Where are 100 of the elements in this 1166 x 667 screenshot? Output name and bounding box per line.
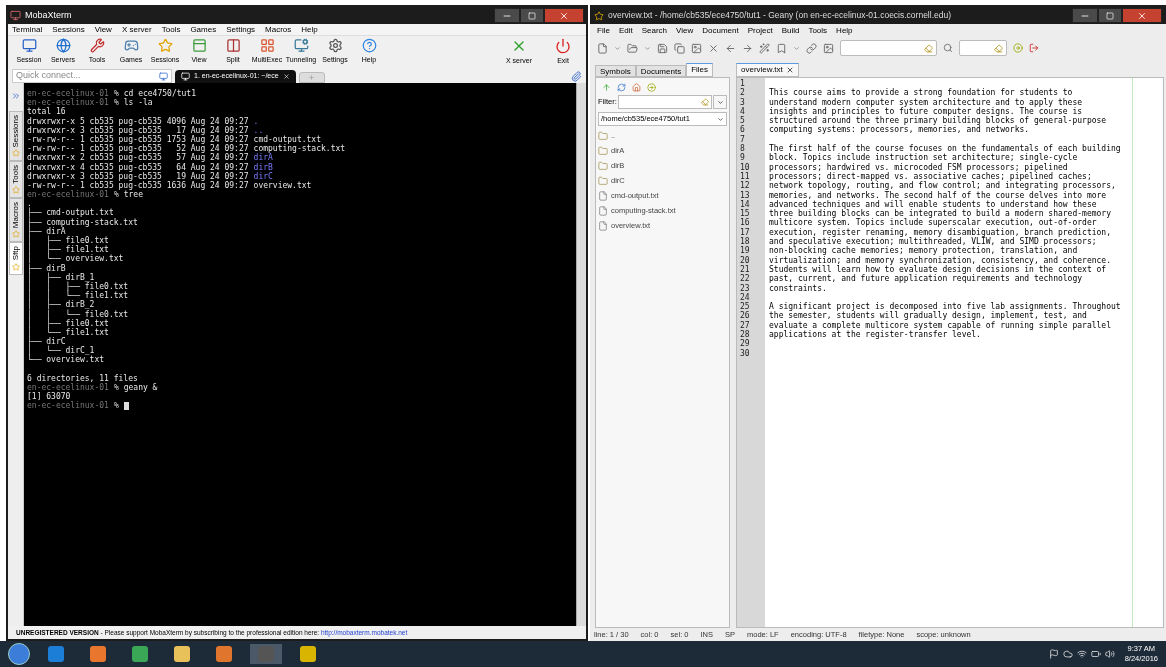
- menu-item[interactable]: View: [676, 24, 694, 37]
- volume-icon[interactable]: [1104, 649, 1115, 659]
- editor[interactable]: [736, 77, 1164, 628]
- filter-field[interactable]: [617, 95, 712, 109]
- side-tab[interactable]: Tools: [8, 161, 23, 199]
- scrollbar[interactable]: [576, 83, 586, 626]
- caret-icon[interactable]: [614, 44, 621, 52]
- close-button[interactable]: [544, 8, 584, 23]
- code-line: block. Topics include instruction set architecture; single-cycle: [769, 153, 1078, 163]
- clear-icon[interactable]: [924, 43, 933, 53]
- picture-icon[interactable]: [691, 42, 702, 54]
- close-icon[interactable]: [785, 66, 794, 74]
- menu-item[interactable]: Sessions: [52, 23, 85, 36]
- cloud-icon[interactable]: [1062, 649, 1073, 659]
- session-icon: [159, 71, 168, 81]
- side-tab[interactable]: Macros: [8, 198, 23, 243]
- battery-icon[interactable]: [1090, 649, 1101, 659]
- terminal-text: drwxrwxr-x 5 cb535 pug-cb535 4096 Aug 24 09:27: [27, 116, 249, 126]
- wand-icon[interactable]: [759, 42, 770, 54]
- sidebar-tab[interactable]: Symbols: [595, 65, 636, 77]
- dropdown-button[interactable]: [713, 95, 727, 109]
- menu-item[interactable]: Build: [781, 24, 800, 37]
- line-number: 28: [740, 330, 751, 339]
- up-arrow-icon[interactable]: [602, 83, 611, 92]
- quit-icon[interactable]: [1029, 43, 1039, 53]
- close-icon: [559, 10, 569, 21]
- side-tab[interactable]: Sessions: [8, 111, 23, 162]
- side-tab[interactable]: Sftp: [8, 242, 23, 275]
- code-line: This course aims to provide a strong foundation for students to: [769, 88, 1073, 98]
- menu-item[interactable]: Tools: [808, 24, 828, 37]
- menu-item[interactable]: Tools: [161, 23, 181, 36]
- menu-item[interactable]: Document: [702, 24, 739, 37]
- menu-item[interactable]: Macros: [265, 23, 292, 36]
- menu-item[interactable]: Project: [747, 24, 773, 37]
- link-icon[interactable]: [806, 42, 817, 54]
- terminal-text: ├── cmd-output.txt: [27, 208, 114, 218]
- document-tab[interactable]: overview.txt: [736, 63, 799, 77]
- terminal-text: │ │ └── file0.txt: [27, 309, 129, 319]
- clear-icon[interactable]: [701, 98, 709, 106]
- terminal-text: ├── dirC: [27, 337, 66, 347]
- line-number: 30: [740, 348, 751, 358]
- menu-item[interactable]: Help: [301, 23, 318, 36]
- menu-item[interactable]: Edit: [618, 24, 633, 37]
- menu-item[interactable]: Search: [641, 24, 668, 37]
- code-line: structured around the three primary building blocks of general-purpose: [769, 116, 1107, 126]
- bookmark-icon[interactable]: [776, 42, 787, 54]
- home-icon[interactable]: [632, 83, 641, 92]
- menu-item[interactable]: Terminal: [12, 23, 43, 36]
- close-icon[interactable]: [708, 42, 719, 54]
- code-line: applications at the register-transfer level.: [769, 330, 981, 339]
- command-text: ls -la: [123, 98, 153, 108]
- close-icon[interactable]: [282, 73, 290, 80]
- code-line: the semester, students will gradually design, implement, test, and: [769, 311, 1087, 321]
- menu-item[interactable]: View: [94, 23, 112, 36]
- expand-icon[interactable]: [10, 91, 21, 101]
- prompt-symbol: %: [113, 98, 119, 108]
- plus-icon: [308, 74, 316, 81]
- minimize-button[interactable]: [494, 8, 520, 23]
- menu-item[interactable]: Help: [836, 24, 853, 37]
- line-number: 27: [740, 320, 751, 330]
- forward-icon[interactable]: [742, 42, 753, 54]
- search-icon[interactable]: [943, 43, 953, 53]
- menu-item[interactable]: Games: [190, 23, 217, 36]
- menu-item[interactable]: File: [597, 24, 610, 37]
- settings-icon: [327, 38, 343, 54]
- menu-item[interactable]: X server: [121, 23, 152, 36]
- sidebar-tab[interactable]: Files: [686, 63, 714, 77]
- picture-icon[interactable]: [823, 42, 834, 54]
- maximize-button[interactable]: [520, 8, 544, 23]
- refresh-icon[interactable]: [617, 83, 626, 92]
- line-number: 29: [740, 339, 751, 349]
- goto-line-field[interactable]: [959, 40, 1007, 56]
- back-icon[interactable]: [725, 42, 736, 54]
- new-file-icon[interactable]: [597, 42, 608, 54]
- clear-icon[interactable]: [994, 43, 1003, 53]
- paperclip-icon: [571, 71, 582, 82]
- file-icon: [598, 220, 608, 231]
- line-number: 25: [740, 302, 751, 312]
- file-name: computing-stack.txt: [253, 144, 346, 154]
- line-number: 3: [740, 97, 746, 107]
- flag-icon[interactable]: [1048, 649, 1059, 659]
- start-button[interactable]: [8, 643, 30, 665]
- code-line: network topology, routing, and flow control; and integrating processors,: [769, 181, 1116, 191]
- close-button[interactable]: [1122, 8, 1162, 23]
- go-icon[interactable]: [647, 83, 656, 92]
- save-icon[interactable]: [657, 42, 668, 54]
- maximize-button[interactable]: [1098, 8, 1122, 23]
- code-line: processors; hardwired vs. microcoded FSM processors; pipelined: [769, 162, 1068, 172]
- save-all-icon[interactable]: [674, 42, 685, 54]
- sidebar-tab[interactable]: Documents: [635, 65, 687, 77]
- terminal[interactable]: [24, 83, 576, 626]
- caret-icon[interactable]: [644, 44, 651, 52]
- search-field[interactable]: [840, 40, 937, 56]
- menu-item[interactable]: Settings: [226, 23, 256, 36]
- monitor-icon: [293, 38, 309, 54]
- caret-icon[interactable]: [793, 44, 800, 52]
- line-number: 8: [740, 144, 746, 154]
- network-icon[interactable]: [1076, 649, 1087, 659]
- minimize-button[interactable]: [1072, 8, 1098, 23]
- code-line: and speculative execution; multithreaded, VLIW, and SIMD processors;: [769, 237, 1097, 247]
